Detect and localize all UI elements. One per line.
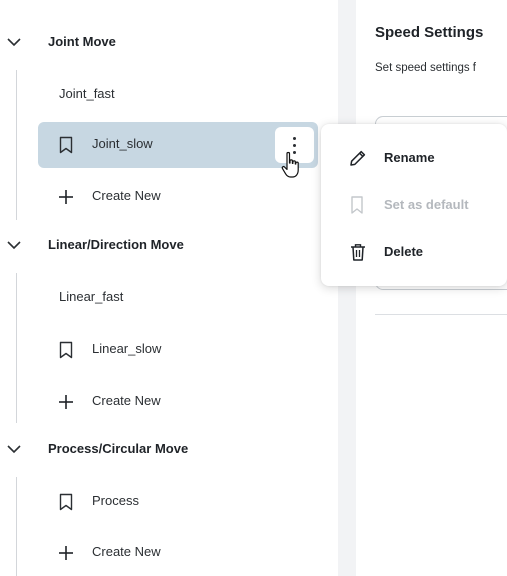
chevron-down-icon	[7, 445, 21, 454]
tree-line	[16, 273, 17, 423]
group-header-process-circular-move[interactable]: Process/Circular Move	[0, 434, 330, 464]
context-menu: Rename Set as default Delete	[321, 124, 507, 286]
list-item-label: Joint_fast	[59, 86, 115, 101]
bookmark-icon	[59, 136, 73, 154]
chevron-down-icon	[7, 38, 21, 47]
bookmark-icon	[59, 341, 73, 359]
create-new-linear-button[interactable]: Create New	[38, 379, 318, 425]
menu-item-set-as-default: Set as default	[321, 182, 507, 228]
sidebar: Joint Move Joint_fast Joint_slow Create …	[0, 0, 338, 576]
list-item-label: Process	[92, 493, 139, 508]
plus-icon	[59, 395, 73, 409]
group-title: Linear/Direction Move	[48, 237, 184, 252]
create-new-process-button[interactable]: Create New	[38, 530, 318, 576]
group-header-linear-direction-move[interactable]: Linear/Direction Move	[0, 230, 330, 260]
section-divider	[375, 314, 507, 315]
group-header-joint-move[interactable]: Joint Move	[0, 27, 330, 57]
menu-item-rename[interactable]: Rename	[321, 135, 507, 181]
group-title: Joint Move	[48, 34, 116, 49]
page-subtitle: Set speed settings f	[375, 62, 477, 74]
main-panel: Speed Settings Set speed settings f	[356, 0, 507, 576]
tree-line	[16, 477, 17, 576]
panel-divider	[338, 0, 356, 576]
list-item-joint-slow[interactable]: Joint_slow	[38, 122, 318, 168]
kebab-dot	[293, 144, 296, 147]
menu-item-label: Rename	[384, 150, 435, 165]
create-new-joint-button[interactable]: Create New	[38, 174, 318, 220]
plus-icon	[59, 190, 73, 204]
menu-item-label: Set as default	[384, 197, 469, 212]
trash-icon	[351, 244, 365, 261]
plus-icon	[59, 546, 73, 560]
page-title: Speed Settings	[375, 24, 484, 41]
menu-item-delete[interactable]: Delete	[321, 229, 507, 275]
list-item-linear-slow[interactable]: Linear_slow	[38, 327, 318, 373]
list-item-label: Linear_slow	[92, 341, 162, 356]
bookmark-icon	[351, 196, 363, 214]
list-item-label: Create New	[92, 188, 161, 203]
hand-cursor-icon	[281, 151, 299, 178]
group-title: Process/Circular Move	[48, 441, 189, 456]
list-item-label: Create New	[92, 393, 161, 408]
pencil-icon	[350, 150, 366, 166]
list-item-linear-fast[interactable]: Linear_fast	[38, 275, 318, 321]
list-item-label: Joint_slow	[92, 136, 153, 151]
bookmark-icon	[59, 493, 73, 511]
list-item-label: Create New	[92, 544, 161, 559]
list-item-joint-fast[interactable]: Joint_fast	[38, 72, 318, 118]
kebab-dot	[293, 137, 296, 140]
tree-line	[16, 70, 17, 220]
chevron-down-icon	[7, 241, 21, 250]
list-item-label: Linear_fast	[59, 289, 124, 304]
menu-item-label: Delete	[384, 244, 424, 259]
list-item-process[interactable]: Process	[38, 479, 318, 525]
